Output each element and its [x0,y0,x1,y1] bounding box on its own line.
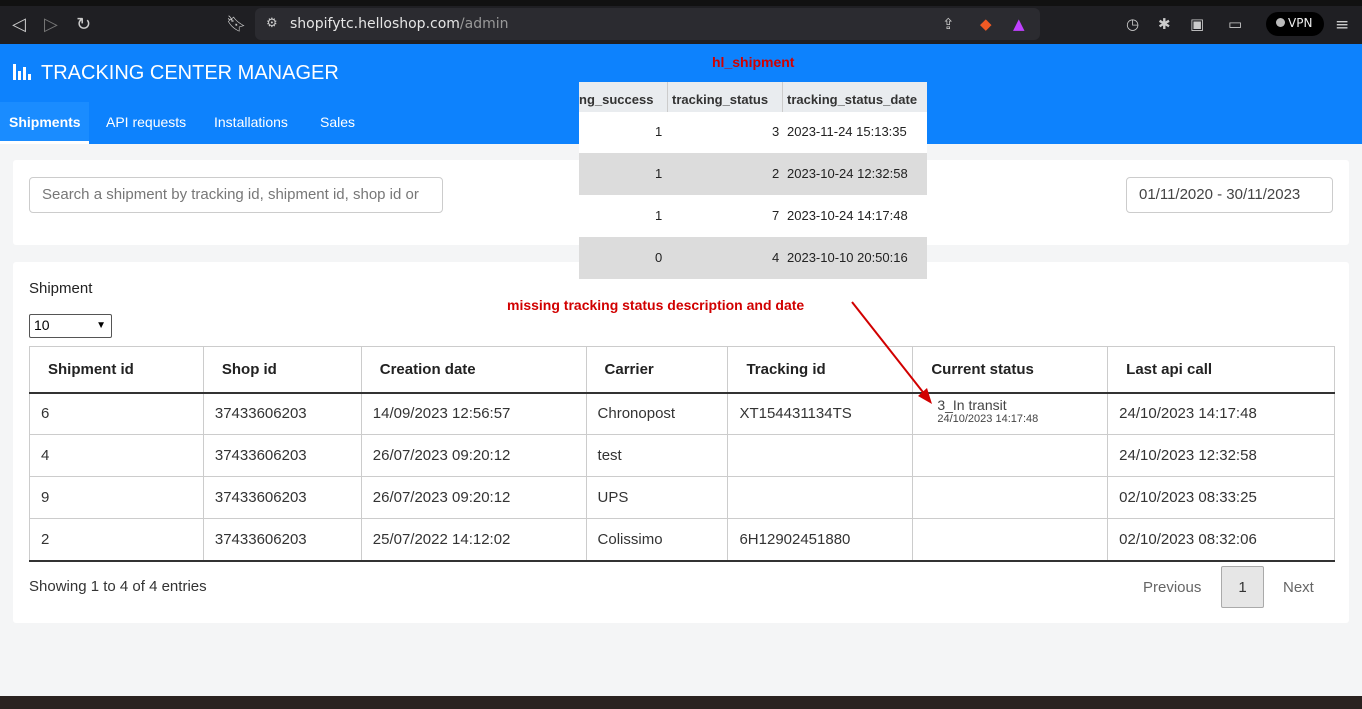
page-size-select[interactable]: 10 ▼ [29,314,112,338]
url-text[interactable]: shopifytc.helloshop.com/admin [290,16,509,32]
section-title: Shipment [29,280,93,297]
column-header[interactable]: Shipment id [29,346,204,394]
cell-tracking-id [727,476,914,519]
extensions-icon[interactable]: ✱ [1158,15,1171,33]
cell-carrier: UPS [585,476,729,519]
column-header[interactable]: Tracking id [727,346,914,394]
cell-carrier: test [585,434,729,477]
cell-shop-id: 37433606203 [202,518,362,562]
tab-installations[interactable]: Installations [214,102,288,144]
status-label: 3_In transit [937,396,1007,413]
timer-icon[interactable]: ◷ [1126,15,1139,33]
db-row: 1 3 2023-11-24 15:13:35 [655,124,907,139]
cell-current-status [912,518,1109,562]
cell-creation-date: 26/07/2023 09:20:12 [360,476,587,519]
app-brand[interactable]: TRACKING CENTER MANAGER [13,62,339,85]
cell-shipment-id: 6 [29,392,204,435]
db-column-header: tracking_status_date [787,92,918,107]
cell-shop-id: 37433606203 [202,434,362,477]
taskbar [0,696,1362,709]
brave-rewards-icon[interactable]: ▲ [1013,15,1025,33]
table-row[interactable]: 9 37433606203 26/07/2023 09:20:12 UPS 02… [29,476,1335,519]
cell-carrier: Chronopost [585,392,729,435]
db-table-title: hl_shipment [712,54,795,70]
vpn-status-icon [1276,18,1285,27]
site-settings-icon[interactable]: ⚙ [266,16,278,31]
cell-current-status [912,434,1109,477]
tab-shipments[interactable]: Shipments [0,102,89,144]
vpn-button[interactable]: VPN [1266,12,1324,36]
back-icon[interactable]: ◁ [12,14,26,35]
search-input[interactable]: Search a shipment by tracking id, shipme… [29,177,443,213]
browser-toolbar: ◁ ▷ ↻ 🔖︎ ⚙ shopifytc.helloshop.com/admin… [0,0,1362,44]
forward-icon[interactable]: ▷ [44,14,58,35]
column-header[interactable]: Shop id [202,346,362,394]
column-header[interactable]: Last api call [1107,346,1335,394]
db-row: 1 2 2023-10-24 12:32:58 [579,153,927,195]
entries-info: Showing 1 to 4 of 4 entries [29,578,207,595]
cell-shop-id: 37433606203 [202,476,362,519]
db-column-header: ng_success [579,92,654,107]
next-page-button[interactable]: Next [1283,566,1314,608]
cell-creation-date: 14/09/2023 12:56:57 [360,392,587,435]
column-header[interactable]: Creation date [360,346,587,394]
tab-sales[interactable]: Sales [320,102,355,144]
wallet-icon[interactable]: ▭ [1228,15,1242,33]
cell-tracking-id [727,434,914,477]
tab-api-requests[interactable]: API requests [106,102,186,144]
tab-strip [0,0,1362,6]
page-1-button[interactable]: 1 [1221,566,1264,608]
cell-last-api-call: 02/10/2023 08:32:06 [1107,518,1335,562]
table-row[interactable]: 2 37433606203 25/07/2022 14:12:02 Coliss… [29,518,1335,562]
sidebar-icon[interactable]: ▣ [1190,15,1204,33]
cell-last-api-call: 24/10/2023 12:32:58 [1107,434,1335,477]
chevron-down-icon: ▼ [96,320,106,331]
cell-current-status: 3_In transit 24/10/2023 14:17:48 [912,392,1109,435]
column-header[interactable]: Current status [912,346,1109,394]
cell-tracking-id: XT154431134TS [727,392,914,435]
db-row: 0 4 2023-10-10 20:50:16 [579,237,927,279]
db-table-header: ng_success tracking_status tracking_stat… [579,82,927,112]
cell-last-api-call: 24/10/2023 14:17:48 [1107,392,1335,435]
shipments-table: Shipment id Shop id Creation date Carrie… [29,346,1335,562]
reload-icon[interactable]: ↻ [76,14,91,35]
cell-tracking-id: 6H12902451880 [727,518,914,562]
table-row[interactable]: 4 37433606203 26/07/2023 09:20:12 test 2… [29,434,1335,477]
column-header[interactable]: Carrier [585,346,729,394]
cell-current-status [912,476,1109,519]
cell-creation-date: 25/07/2022 14:12:02 [360,518,587,562]
annotation-text: missing tracking status description and … [507,297,805,313]
date-range-picker[interactable]: 01/11/2020 - 30/11/2023 [1126,177,1333,213]
cell-last-api-call: 02/10/2023 08:33:25 [1107,476,1335,519]
bookmark-icon[interactable]: 🔖︎ [226,14,246,33]
previous-page-button[interactable]: Previous [1143,566,1201,608]
cell-shipment-id: 9 [29,476,204,519]
db-table-overlay: ng_success tracking_status tracking_stat… [579,82,927,279]
brave-shield-icon[interactable]: ◆ [980,15,992,33]
cell-shipment-id: 2 [29,518,204,562]
db-row: 1 7 2023-10-24 14:17:48 [655,208,908,223]
bar-chart-icon [13,64,35,80]
menu-icon[interactable]: ≡ [1335,15,1349,35]
db-column-header: tracking_status [672,92,769,107]
table-header-row: Shipment id Shop id Creation date Carrie… [29,346,1335,394]
cell-creation-date: 26/07/2023 09:20:12 [360,434,587,477]
table-row[interactable]: 6 37433606203 14/09/2023 12:56:57 Chrono… [29,392,1335,435]
cell-shipment-id: 4 [29,434,204,477]
cell-carrier: Colissimo [585,518,729,562]
status-date: 24/10/2023 14:17:48 [937,412,1039,425]
cell-shop-id: 37433606203 [202,392,362,435]
share-icon[interactable]: ⇪ [942,15,955,33]
